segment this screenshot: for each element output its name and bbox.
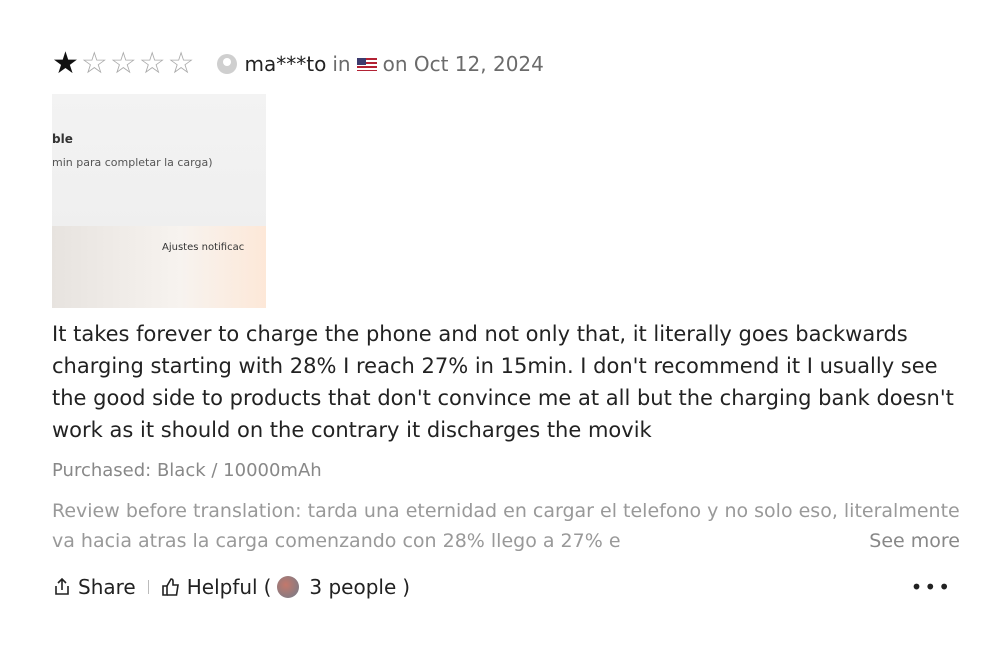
review-header: ★ ☆ ☆ ☆ ☆ ma***to in on Oct 12, 2024 xyxy=(52,44,960,84)
photo-text-1: ble xyxy=(52,132,73,146)
see-more-link[interactable]: See more xyxy=(829,526,960,556)
helpful-button[interactable]: Helpful (3 people) xyxy=(161,575,410,599)
original-review-text: Review before translation: tarda una ete… xyxy=(52,500,960,552)
action-divider xyxy=(147,580,149,594)
thumbs-up-icon xyxy=(161,578,179,596)
helpful-count: 3 people xyxy=(309,575,397,599)
helpful-open-paren: ( xyxy=(263,575,272,599)
user-avatar-icon xyxy=(216,54,237,74)
share-icon xyxy=(55,577,69,595)
star-empty-icon: ☆ xyxy=(138,46,166,81)
share-button[interactable]: Share xyxy=(52,575,136,599)
photo-band xyxy=(52,226,266,308)
review-actions: Share Helpful (3 people) ••• xyxy=(52,572,960,602)
original-review: Review before translation: tarda una ete… xyxy=(52,496,960,556)
review-photo[interactable]: ble min para completar la carga) Ajustes… xyxy=(52,94,266,308)
star-empty-icon: ☆ xyxy=(109,46,137,81)
star-empty-icon: ☆ xyxy=(80,46,108,81)
helpful-close-paren: ) xyxy=(402,575,411,599)
star-empty-icon: ☆ xyxy=(167,46,195,81)
review-card: ★ ☆ ☆ ☆ ☆ ma***to in on Oct 12, 2024 ble… xyxy=(52,44,960,602)
helper-avatar-icon xyxy=(277,576,300,598)
review-date: on Oct 12, 2024 xyxy=(382,52,544,76)
star-rating: ★ ☆ ☆ ☆ ☆ xyxy=(52,49,195,79)
helpful-label: Helpful xyxy=(186,575,258,599)
share-label: Share xyxy=(78,575,136,599)
username: ma***to xyxy=(244,52,327,76)
purchased-variant: Purchased: Black / 10000mAh xyxy=(52,460,322,481)
review-meta: ma***to in on Oct 12, 2024 xyxy=(245,52,544,76)
review-text: It takes forever to charge the phone and… xyxy=(52,322,954,442)
us-flag-icon xyxy=(356,57,377,71)
in-label: in xyxy=(332,52,351,76)
more-options-icon[interactable]: ••• xyxy=(911,575,952,599)
photo-text-3: Ajustes notificac xyxy=(162,242,245,253)
star-filled-icon: ★ xyxy=(52,46,79,81)
photo-text-2: min para completar la carga) xyxy=(52,156,213,169)
